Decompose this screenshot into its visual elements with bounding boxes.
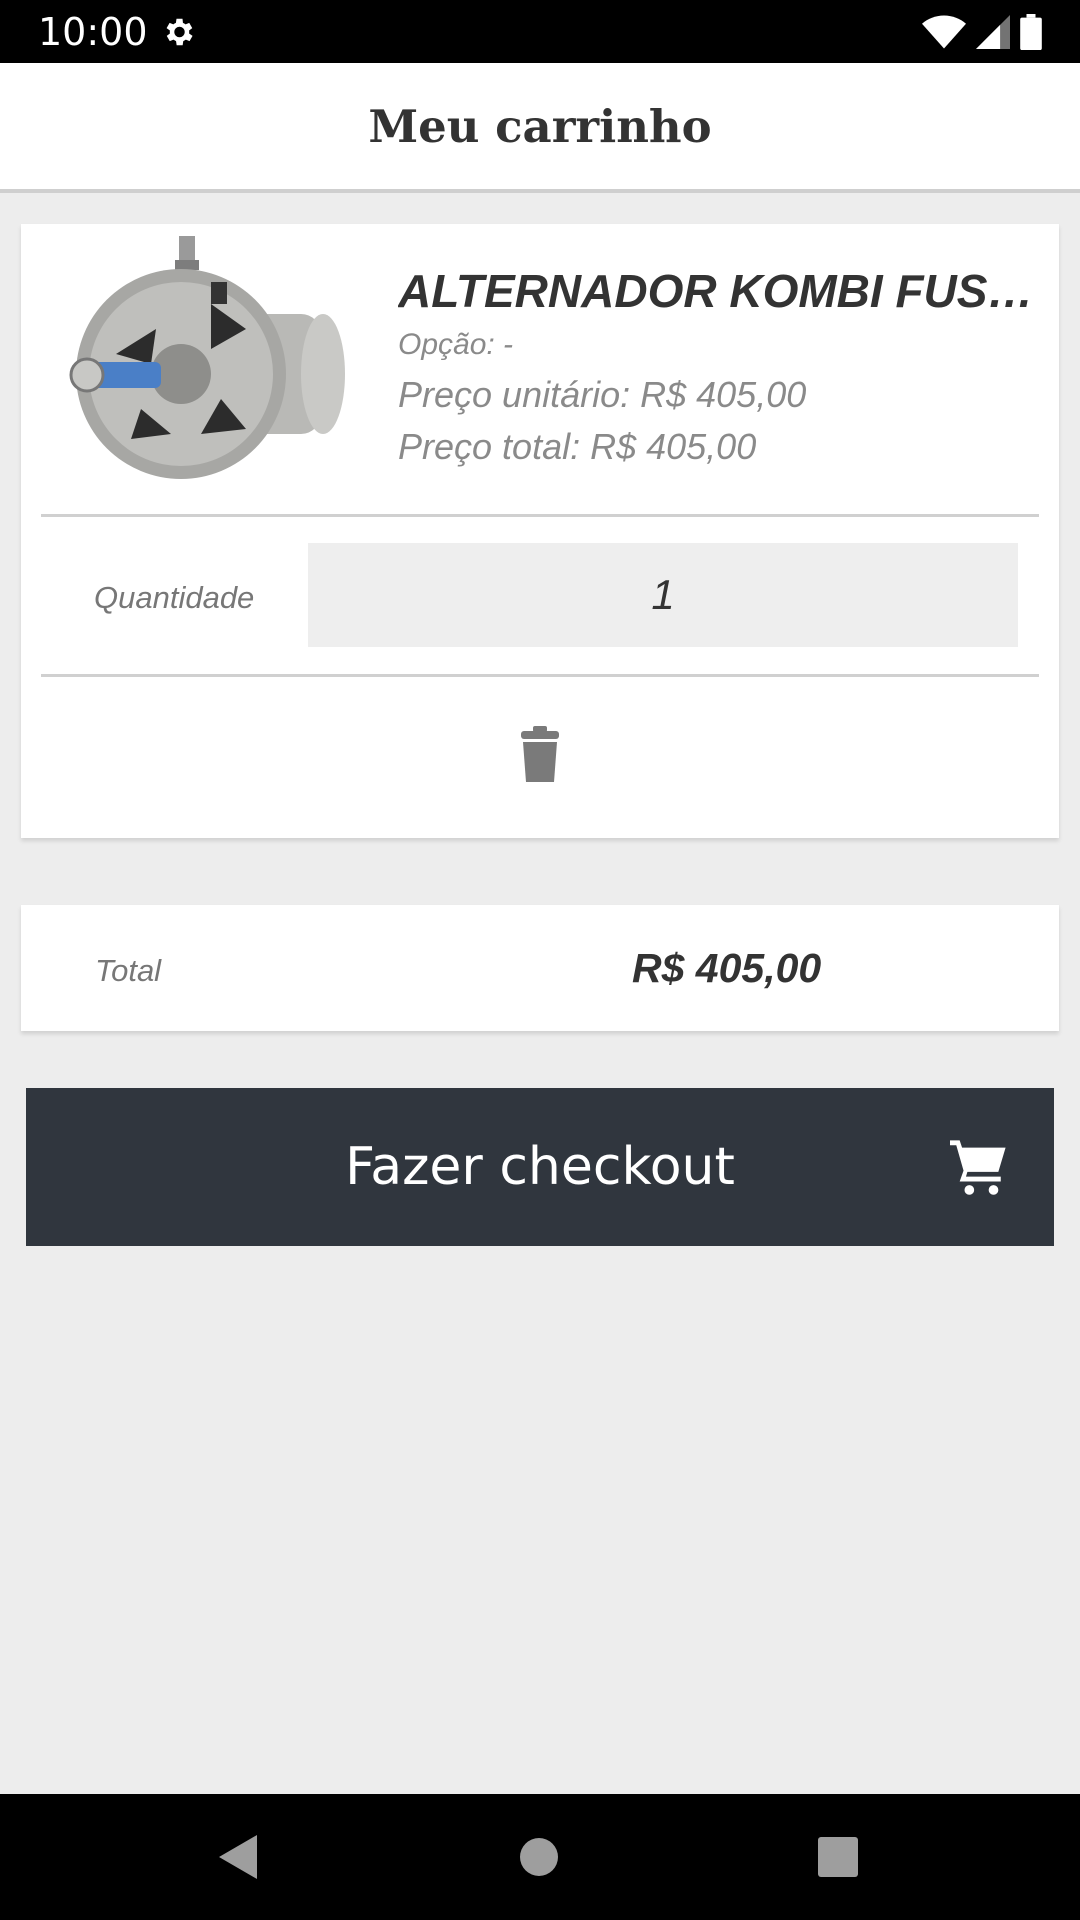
status-icons [922, 14, 1042, 50]
product-name[interactable]: ALTERNADOR KOMBI FUSCA 12V [398, 264, 1038, 318]
back-icon [219, 1835, 257, 1879]
checkout-button[interactable]: Fazer checkout [26, 1088, 1054, 1246]
quantity-input[interactable] [308, 543, 1018, 647]
total-card: Total R$ 405,00 [21, 905, 1059, 1031]
trash-icon [521, 726, 559, 782]
quantity-label: Quantidade [94, 580, 255, 615]
wifi-icon [922, 15, 966, 49]
signal-icon [976, 15, 1010, 49]
divider [41, 514, 1039, 517]
cart-item-card: ALTERNADOR KOMBI FUSCA 12V Opção: - Preç… [21, 224, 1059, 838]
home-icon [520, 1838, 558, 1876]
total-label: Total [95, 953, 162, 988]
app-bar: Meu carrinho [0, 63, 1080, 193]
status-time: 10:00 [38, 10, 148, 54]
cart-icon [950, 1140, 1006, 1195]
delete-item-button[interactable] [512, 722, 568, 786]
nav-home-button[interactable] [509, 1827, 569, 1887]
navigation-bar [0, 1794, 1080, 1920]
unit-price: Preço unitário: R$ 405,00 [398, 374, 807, 415]
product-image[interactable] [61, 234, 361, 499]
product-info: ALTERNADOR KOMBI FUSCA 12V Opção: - Preç… [398, 264, 1038, 468]
total-value: R$ 405,00 [632, 945, 822, 991]
checkout-label: Fazer checkout [345, 1137, 735, 1197]
total-price: Preço total: R$ 405,00 [398, 426, 757, 467]
divider [41, 674, 1039, 677]
nav-back-button[interactable] [209, 1827, 269, 1887]
status-bar: 10:00 [0, 0, 1080, 63]
battery-icon [1020, 14, 1042, 50]
recents-icon [818, 1837, 858, 1877]
gear-icon [166, 18, 193, 46]
nav-recents-button[interactable] [808, 1827, 868, 1887]
page-title: Meu carrinho [368, 99, 712, 153]
product-option: Opção: - [398, 328, 514, 361]
